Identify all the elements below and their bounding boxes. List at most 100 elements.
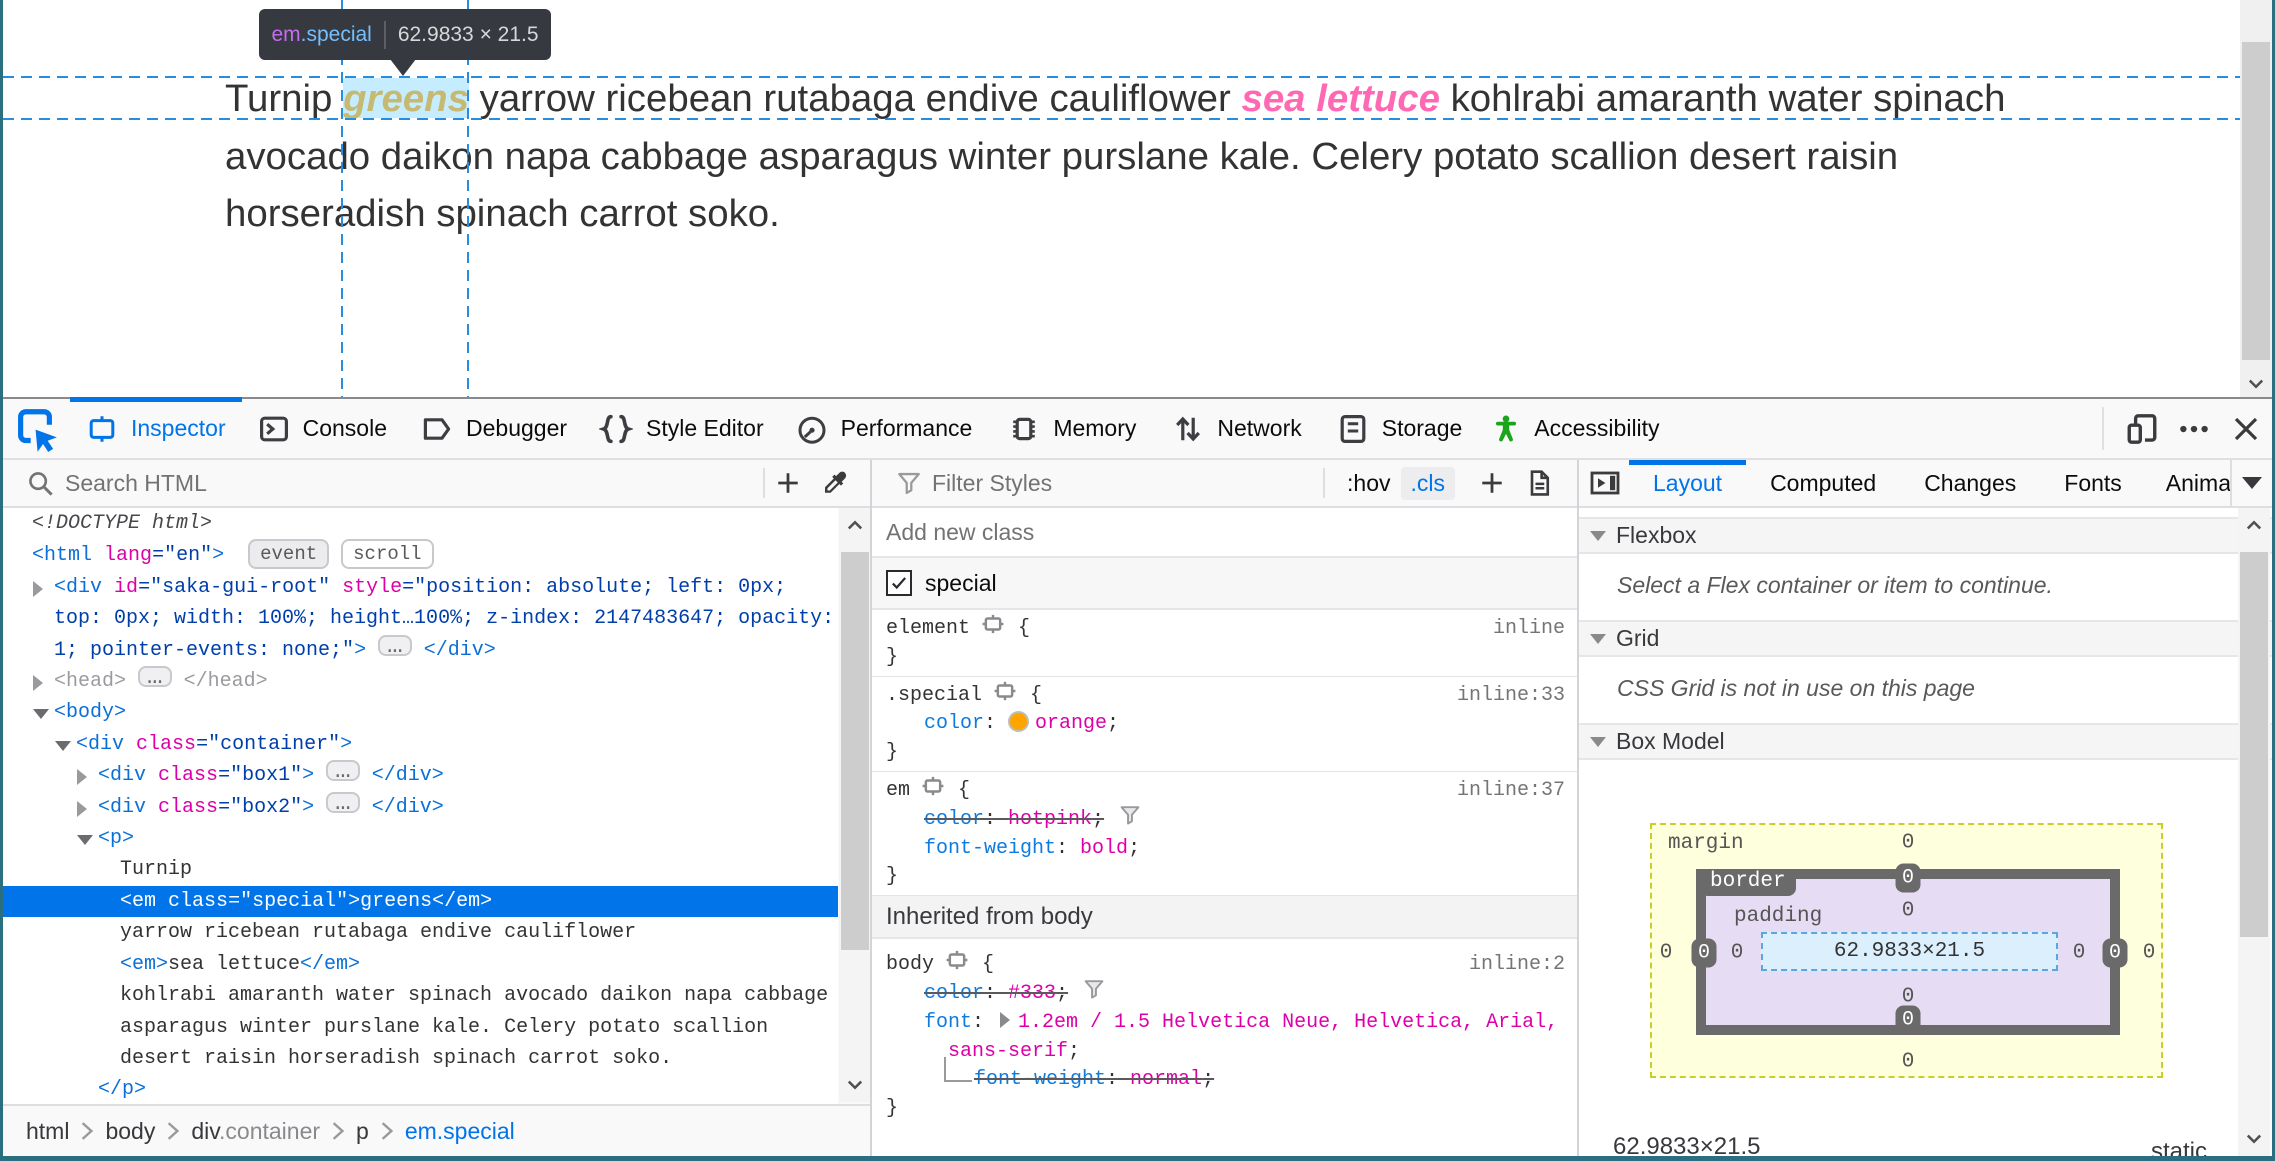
markup-scrollbar[interactable] [839,508,871,1102]
class-checkbox-label[interactable]: special [925,570,997,597]
class-checkbox[interactable] [886,570,912,596]
markup-badge[interactable]: … [378,632,412,658]
rule-source-link[interactable]: inline:33 [1457,682,1565,711]
markup-row[interactable]: <body> [3,697,838,728]
expand-arrow[interactable] [77,835,93,846]
rule-line[interactable]: font-weight: normal; [872,1057,1577,1095]
tab-performance[interactable]: Performance [778,399,991,458]
overridden-filter-icon[interactable] [1082,980,1106,999]
tab-debugger[interactable]: Debugger [403,399,585,458]
tab-inspector[interactable]: Inspector [70,397,242,458]
markup-badge[interactable]: … [326,757,360,783]
filter-styles-input[interactable]: Filter Styles [932,470,1052,497]
section-header-flexbox[interactable]: Flexbox [1579,517,2272,554]
markup-row[interactable]: <div class="container"> [3,729,838,760]
markup-scrollbar-up-arrow[interactable] [839,514,871,536]
sidebar-tabs-dropdown[interactable] [2232,477,2272,489]
responsive-design-mode-button[interactable] [2116,407,2168,451]
markup-row[interactable]: asparagus winter purslane kale. Celery p… [3,1012,838,1043]
markup-row[interactable]: Turnip [3,854,838,885]
markup-row[interactable]: <!DOCTYPE html> [3,508,838,539]
rule-line[interactable]: } [872,739,1577,768]
expand-arrow[interactable] [55,740,71,751]
rule-line[interactable]: em {inline:37 [872,776,1577,806]
rule-line[interactable]: sans-serif; [872,1038,1577,1067]
margin-top-value[interactable]: 0 [1902,832,1915,855]
breadcrumb-item[interactable]: body [105,1118,155,1145]
color-swatch[interactable] [1008,711,1030,733]
rule-line[interactable]: } [872,863,1577,892]
selector-highlighter-icon[interactable] [992,681,1018,700]
search-input[interactable]: Search HTML [65,470,207,497]
section-header-grid[interactable]: Grid [1579,620,2272,657]
markup-row[interactable]: <html lang="en"> event scroll [3,539,838,571]
selector-highlighter-icon[interactable] [920,776,946,796]
rule-line[interactable]: element {inline [872,614,1577,644]
sidebar-scrollbar-down-arrow[interactable] [2238,1128,2270,1150]
breadcrumb-item[interactable]: em.special [405,1118,515,1145]
border-bottom-value[interactable]: 0 [1895,1005,1921,1035]
rule-line[interactable]: body {inline:2 [872,951,1577,980]
tab-memory[interactable]: Memory [990,399,1154,458]
markup-row-selected[interactable]: <em class="special">greens</em> [3,885,838,918]
overridden-filter-icon[interactable] [1118,806,1142,825]
markup-scrollbar-thumb[interactable] [841,552,869,950]
rule-line[interactable]: font-weight: bold; [872,835,1577,864]
box-model-content-box[interactable]: 62.9833×21.5 [1761,932,2058,971]
padding-top-value[interactable]: 0 [1902,900,1915,923]
rule-line[interactable]: color: hotpink; [872,806,1577,835]
margin-bottom-value[interactable]: 0 [1902,1051,1915,1074]
sidebar-scrollbar-thumb[interactable] [2240,552,2268,937]
sidebar-scrollbar-up-arrow[interactable] [2238,514,2270,536]
rule-source-link[interactable]: inline [1493,615,1565,644]
rule-line[interactable]: } [872,644,1577,673]
markup-row[interactable]: <div class="box1"> … </div> [3,757,838,791]
sidebar-toggle-button[interactable] [1589,467,1621,499]
margin-left-value[interactable]: 0 [1660,942,1673,965]
tab-accessibility[interactable]: Accessibility [1479,399,1669,458]
sidebar-tab-changes[interactable]: Changes [1900,460,2040,506]
sidebar-tab-fonts[interactable]: Fonts [2040,460,2146,506]
markup-badge[interactable]: … [326,789,360,815]
expand-arrow[interactable] [33,675,43,692]
rule-source-link[interactable]: inline:2 [1469,951,1565,980]
markup-row[interactable]: <em>sea lettuce</em> [3,949,838,980]
tab-storage[interactable]: Storage [1320,399,1480,458]
node-picker-button[interactable] [3,399,67,458]
add-node-button[interactable] [765,470,811,496]
rule-source-link[interactable]: inline:37 [1457,777,1565,806]
markup-row[interactable]: <div id="saka-gui-root" style="position:… [3,572,838,603]
markup-row[interactable]: <p> [3,823,838,854]
markup-badge[interactable]: … [138,663,172,689]
box-model-margin-box[interactable]: margin border padding 62.9833×21.5 0 0 0 0 0 0 0 0 0… [1650,823,2163,1078]
markup-row[interactable]: kohlrabi amaranth water spinach avocado … [3,980,838,1011]
padding-right-value[interactable]: 0 [2073,942,2086,965]
markup-scrollbar-down-arrow[interactable] [839,1074,871,1096]
markup-row[interactable]: </p> [3,1074,838,1105]
markup-row[interactable]: yarrow ricebean rutabaga endive cauliflo… [3,917,838,948]
breadcrumb-item[interactable]: div.container [191,1118,320,1145]
tab-style-editor[interactable]: Style Editor [585,399,778,458]
page-scrollbar-thumb[interactable] [2242,42,2270,360]
tab-console[interactable]: Console [242,399,403,458]
sidebar-tab-animations[interactable]: Animations [2146,460,2230,506]
expand-arrow[interactable] [77,800,87,817]
border-top-value[interactable]: 0 [1895,863,1921,893]
border-right-value[interactable]: 0 [2102,938,2128,968]
markup-row[interactable]: <div class="box2"> … </div> [3,789,838,823]
section-header-box-model[interactable]: Box Model [1579,723,2272,760]
markup-row[interactable]: 1; pointer-events: none;"> … </div> [3,632,838,666]
font-shorthand-expander[interactable] [1000,1011,1011,1028]
expand-arrow[interactable] [77,769,87,786]
markup-row[interactable]: <head> … </head> [3,663,838,697]
expand-arrow[interactable] [33,580,43,597]
selector-highlighter-icon[interactable] [944,951,970,970]
devtools-close-button[interactable] [2220,407,2272,451]
expand-arrow[interactable] [33,709,49,720]
sidebar-tab-layout[interactable]: Layout [1629,460,1747,506]
sidebar-scrollbar[interactable] [2238,508,2270,1156]
page-scrollbar-down-arrow[interactable] [2240,373,2272,395]
rule-line[interactable]: color: #333; [872,980,1577,1009]
sidebar-tab-computed[interactable]: Computed [1746,460,1900,506]
markup-badge[interactable]: event [248,539,330,570]
